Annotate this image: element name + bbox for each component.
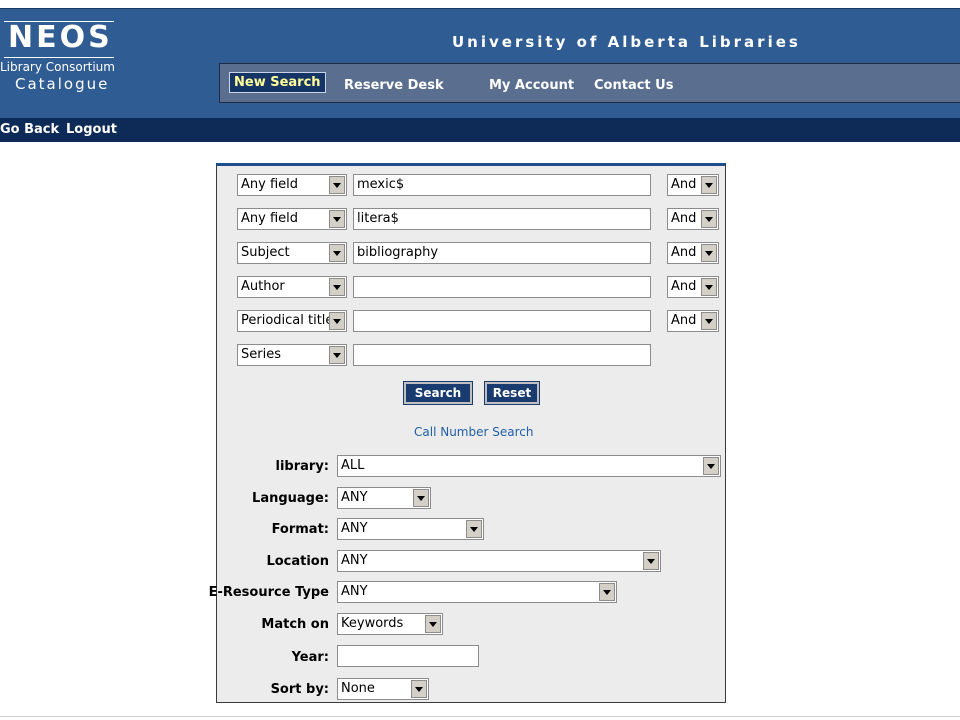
field-select-5-value: Periodical title	[241, 313, 334, 328]
search-term-input-1[interactable]: mexic$	[353, 174, 651, 196]
field-select-5[interactable]: Periodical title	[237, 310, 347, 332]
chevron-down-icon	[413, 489, 429, 507]
reset-button[interactable]: Reset	[484, 381, 540, 405]
field-select-1-value: Any field	[241, 177, 299, 192]
eresource-label: E-Resource Type	[208, 585, 329, 600]
chevron-down-icon	[329, 278, 345, 296]
location-select-value: ANY	[341, 553, 368, 568]
operator-select-5-value: And	[671, 313, 697, 328]
field-select-1[interactable]: Any field	[237, 174, 347, 196]
chevron-down-icon	[701, 210, 717, 228]
call-number-search-link[interactable]: Call Number Search	[414, 425, 533, 439]
field-select-3[interactable]: Subject	[237, 242, 347, 264]
operator-select-2[interactable]: And	[667, 208, 719, 230]
operator-select-4-value: And	[671, 279, 697, 294]
match-on-select[interactable]: Keywords	[337, 613, 443, 635]
chevron-down-icon	[425, 615, 441, 633]
site-header: NEOS Library Consortium Catalogue Univer…	[0, 8, 960, 119]
operator-select-5[interactable]: And	[667, 310, 719, 332]
year-input[interactable]	[337, 645, 479, 667]
search-button[interactable]: Search	[403, 381, 473, 405]
search-term-input-4[interactable]	[353, 276, 651, 298]
go-back-link[interactable]: Go Back	[0, 122, 59, 137]
format-select[interactable]: ANY	[337, 518, 484, 540]
university-title: University of Alberta Libraries	[452, 33, 801, 51]
eresource-select-value: ANY	[341, 584, 368, 599]
search-term-input-5[interactable]	[353, 310, 651, 332]
sort-by-label: Sort by:	[270, 682, 329, 697]
logout-link[interactable]: Logout	[66, 122, 117, 137]
chevron-down-icon	[329, 244, 345, 262]
chevron-down-icon	[329, 312, 345, 330]
nav-my-account[interactable]: My Account	[489, 78, 574, 93]
search-term-input-3[interactable]: bibliography	[353, 242, 651, 264]
match-on-label: Match on	[261, 617, 329, 632]
logo-subtitle: Library Consortium	[0, 60, 115, 74]
language-select-value: ANY	[341, 490, 368, 505]
search-term-input-6[interactable]	[353, 344, 651, 366]
library-select[interactable]: ALL	[337, 455, 721, 477]
sub-nav: Go Back Logout	[0, 118, 960, 142]
logo-title[interactable]: NEOS	[8, 23, 113, 53]
eresource-select[interactable]: ANY	[337, 581, 617, 603]
match-on-select-value: Keywords	[341, 616, 404, 631]
search-term-input-2[interactable]: litera$	[353, 208, 651, 230]
chevron-down-icon	[701, 176, 717, 194]
chevron-down-icon	[329, 210, 345, 228]
nav-reserve-desk[interactable]: Reserve Desk	[344, 78, 444, 93]
year-label: Year:	[291, 650, 329, 665]
chevron-down-icon	[701, 244, 717, 262]
bottom-divider	[0, 716, 960, 717]
top-margin	[0, 0, 960, 8]
logo-catalogue: Catalogue	[15, 75, 110, 93]
sort-by-select-value: None	[341, 681, 375, 696]
chevron-down-icon	[329, 176, 345, 194]
operator-select-3[interactable]: And	[667, 242, 719, 264]
language-label: Language:	[252, 491, 329, 506]
chevron-down-icon	[466, 520, 482, 538]
chevron-down-icon	[701, 312, 717, 330]
language-select[interactable]: ANY	[337, 487, 431, 509]
field-select-6[interactable]: Series	[237, 344, 347, 366]
library-select-value: ALL	[341, 458, 365, 473]
operator-select-4[interactable]: And	[667, 276, 719, 298]
search-panel: Any field mexic$ And Any field litera$ A…	[209, 163, 726, 703]
chevron-down-icon	[701, 278, 717, 296]
chevron-down-icon	[599, 583, 615, 601]
chevron-down-icon	[411, 680, 427, 698]
field-select-3-value: Subject	[241, 245, 290, 260]
field-select-2-value: Any field	[241, 211, 299, 226]
format-label: Format:	[271, 522, 329, 537]
operator-select-1[interactable]: And	[667, 174, 719, 196]
location-select[interactable]: ANY	[337, 550, 661, 572]
operator-select-1-value: And	[671, 177, 697, 192]
operator-select-3-value: And	[671, 245, 697, 260]
chevron-down-icon	[329, 346, 345, 364]
field-select-2[interactable]: Any field	[237, 208, 347, 230]
format-select-value: ANY	[341, 521, 368, 536]
sort-by-select[interactable]: None	[337, 678, 429, 700]
chevron-down-icon	[703, 457, 719, 475]
nav-contact-us[interactable]: Contact Us	[594, 78, 673, 93]
main-nav: New Search Reserve Desk My Account Conta…	[219, 63, 960, 103]
operator-select-2-value: And	[671, 211, 697, 226]
field-select-4-value: Author	[241, 279, 285, 294]
library-label: library:	[275, 459, 330, 474]
field-select-6-value: Series	[241, 347, 281, 362]
chevron-down-icon	[643, 552, 659, 570]
nav-new-search[interactable]: New Search	[229, 72, 326, 93]
location-label: Location	[266, 554, 329, 569]
logo-rule-bottom	[4, 57, 114, 58]
field-select-4[interactable]: Author	[237, 276, 347, 298]
